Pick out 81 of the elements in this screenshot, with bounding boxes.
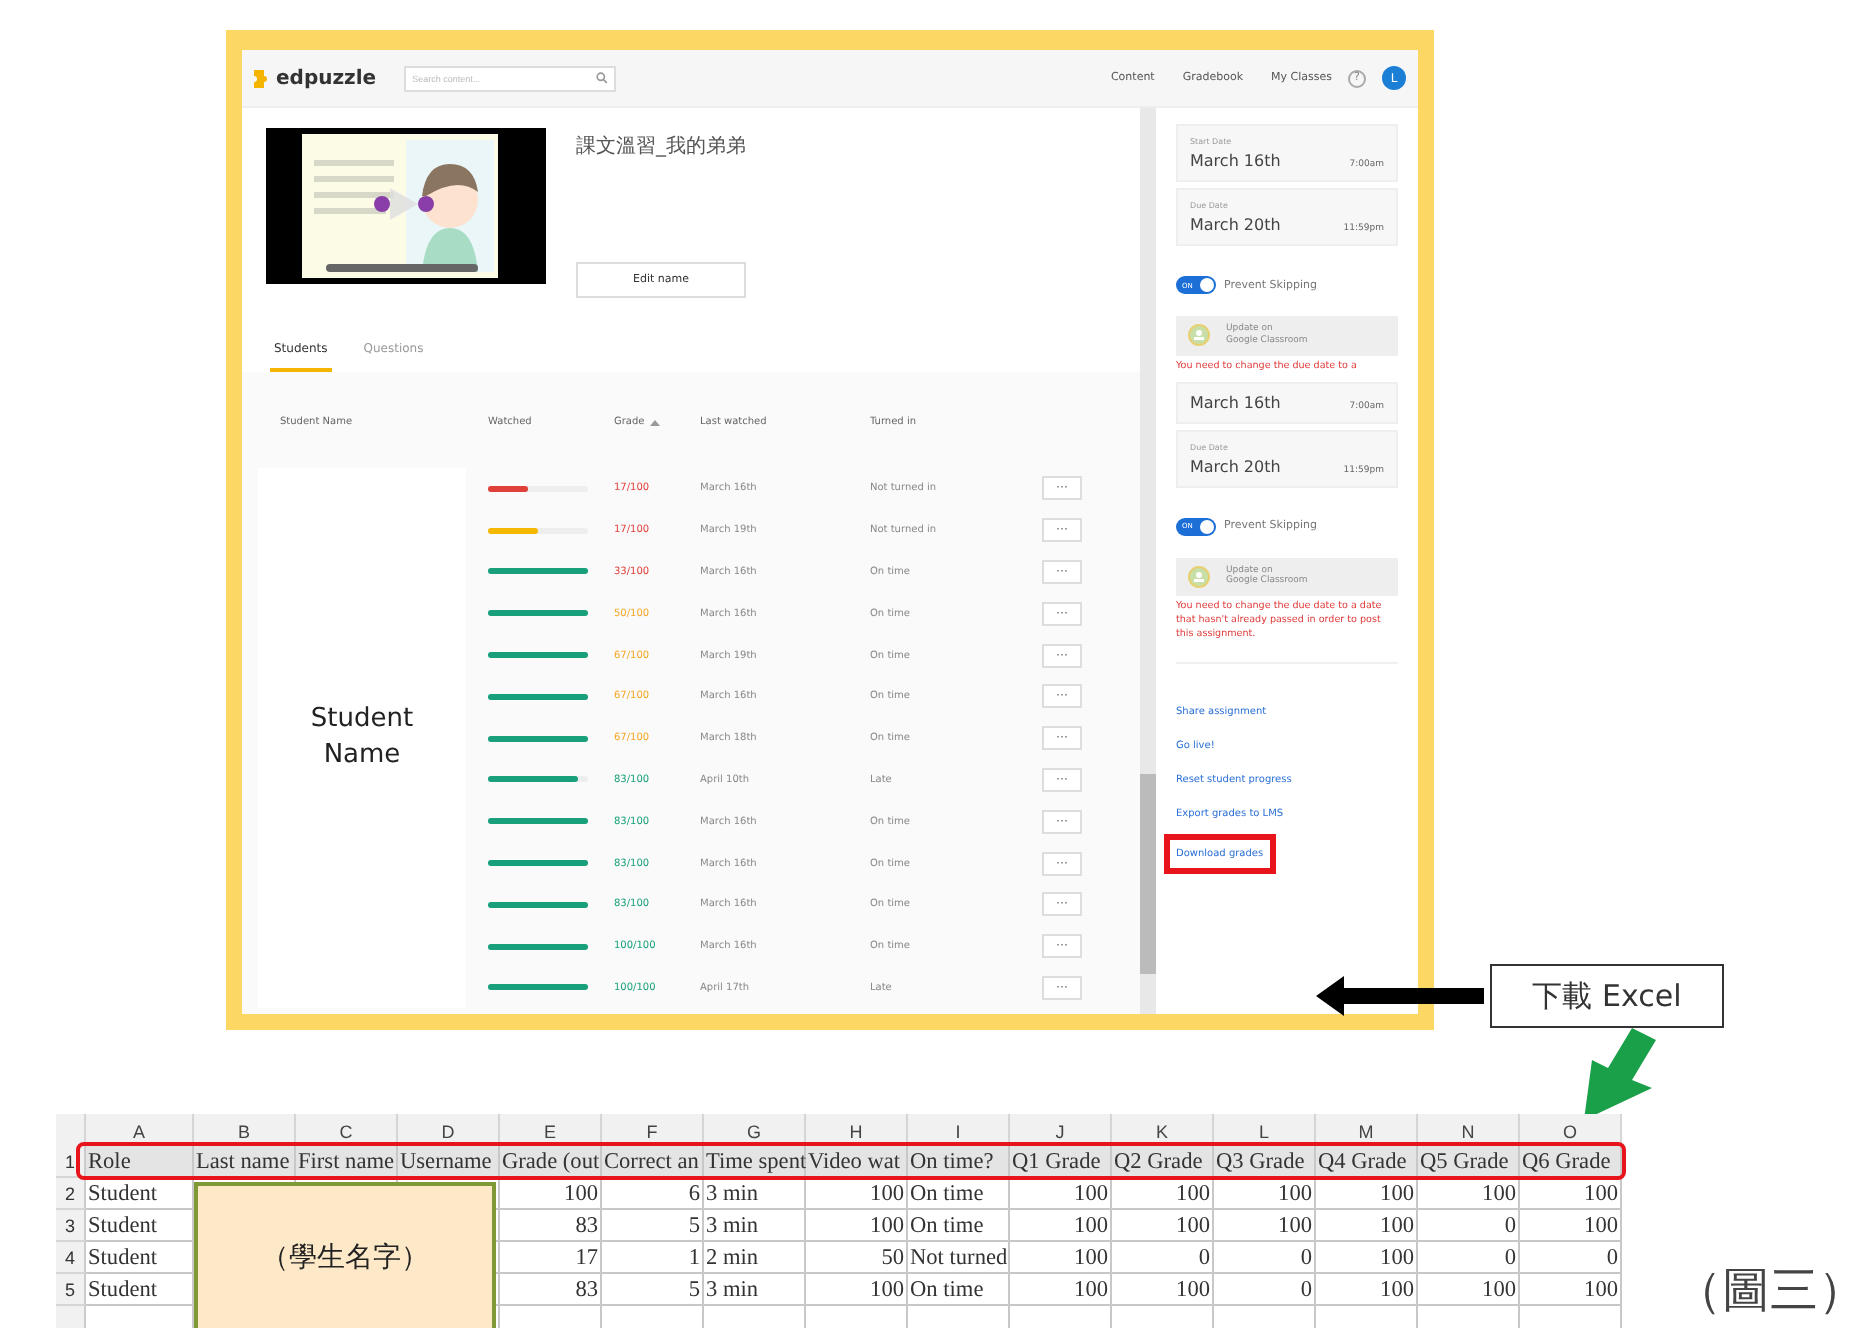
table-cell: 100 [1316,1178,1418,1210]
table-cell: 100 [806,1274,908,1306]
table-cell: 100 [1520,1178,1622,1210]
table-cell: 100 [1520,1274,1622,1306]
callout-label: 下載 Excel [1490,964,1724,1028]
table-cell: Student [86,1274,194,1306]
table-cell: 100 [1010,1274,1112,1306]
table-cell: 3 min [704,1178,806,1210]
header-cell: Q2 Grade [1112,1146,1214,1178]
date-text: March 20th [1190,216,1281,234]
name-cover-text: Student Name [308,701,416,775]
header-cell: Video wat [806,1146,908,1178]
table-cell: 100 [1214,1210,1316,1242]
header-cell: Role [86,1146,194,1178]
header-cell: First name [296,1146,398,1178]
table-cell: 5 [602,1274,704,1306]
table-cell: 100 [1112,1178,1214,1210]
row-number[interactable]: 2 [56,1178,86,1210]
header-cell: Q6 Grade [1520,1146,1622,1178]
header-cell: Time spent [704,1146,806,1178]
row-number[interactable]: 4 [56,1242,86,1274]
table-cell: On time [908,1274,1010,1306]
row-number[interactable]: 3 [56,1210,86,1242]
table-cell: Student [86,1210,194,1242]
table-cell: 3 min [704,1274,806,1306]
name-cover-label: （學生名字） [194,1182,496,1328]
table-cell: 100 [1112,1210,1214,1242]
table-cell: 100 [1010,1210,1112,1242]
table-cell: 6 [602,1178,704,1210]
table-cell: 100 [806,1178,908,1210]
classroom-icon [1188,565,1210,588]
header-cell: Last name [194,1146,296,1178]
figure-caption: （圖三） [1674,1260,1866,1322]
table-cell: 0 [1418,1210,1520,1242]
table-cell: 100 [1316,1274,1418,1306]
header-cell: Q1 Grade [1010,1146,1112,1178]
table-cell: 100 [1214,1178,1316,1210]
table-cell: 100 [1010,1178,1112,1210]
table-cell: 100 [1316,1210,1418,1242]
table-cell: 3 min [704,1210,806,1242]
table-cell: 0 [1418,1242,1520,1274]
table-cell: 83 [500,1274,602,1306]
table-cell: Student [86,1178,194,1210]
table-cell: 0 [1214,1274,1316,1306]
date-text: March 16th [1190,393,1281,412]
table-cell: 5 [602,1210,704,1242]
assignment-title: 課文溫習_我的弟弟 [576,133,746,160]
table-cell: 0 [1112,1242,1214,1274]
header-cell: Grade (out [500,1146,602,1178]
table-cell: 100 [806,1210,908,1242]
header-cell: Username [398,1146,500,1178]
table-cell: 83 [500,1210,602,1242]
date-text: March 20th [1190,457,1281,476]
table-cell: 100 [1010,1242,1112,1274]
header-cell: On time? [908,1146,1010,1178]
table-cell: Student [86,1242,194,1274]
row-number[interactable]: 5 [56,1274,86,1306]
classroom-icon [1188,324,1210,347]
table-cell: 100 [1418,1178,1520,1210]
table-cell: 1 [602,1242,704,1274]
table-cell: 100 [1316,1242,1418,1274]
table-cell: 100 [500,1178,602,1210]
edpuzzle-logo[interactable]: edpuzzle [250,67,377,89]
table-cell: 100 [1520,1210,1622,1242]
table-cell: 100 [1112,1274,1214,1306]
table-cell: 17 [500,1242,602,1274]
header-cell: Q5 Grade [1418,1146,1520,1178]
header-cell: Q3 Grade [1214,1146,1316,1178]
table-cell: 0 [1520,1242,1622,1274]
caret-up-icon [650,419,661,425]
table-cell: 50 [806,1242,908,1274]
table-cell: 0 [1214,1242,1316,1274]
search-icon[interactable] [596,72,609,84]
table-cell: 100 [1418,1274,1520,1306]
table-cell: 2 min [704,1242,806,1274]
date-text: March 16th [1190,152,1281,170]
header-cell: Correct an [602,1146,704,1178]
header-cell: Q4 Grade [1316,1146,1418,1178]
table-cell: On time [908,1178,1010,1210]
table-cell: Not turned [908,1242,1010,1274]
table-cell: On time [908,1210,1010,1242]
